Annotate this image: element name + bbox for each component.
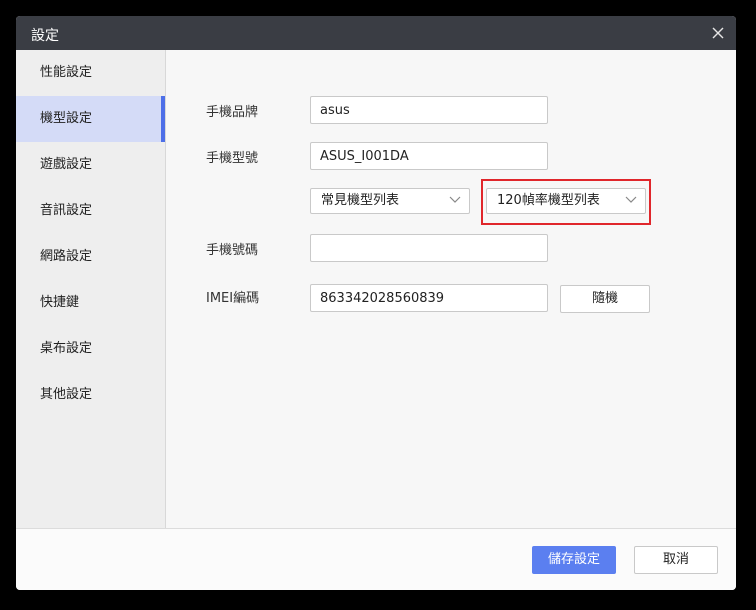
- brand-label: 手機品牌: [206, 105, 259, 120]
- imei-input[interactable]: [310, 284, 548, 312]
- sidebar-item-label: 音訊設定: [40, 203, 93, 218]
- model-input[interactable]: [310, 142, 548, 170]
- common-models-dropdown[interactable]: 常見機型列表: [310, 188, 470, 214]
- sidebar-item-label: 性能設定: [40, 65, 93, 80]
- random-imei-button[interactable]: 隨機: [560, 285, 650, 313]
- close-icon: [712, 27, 724, 39]
- sidebar-item-label: 遊戲設定: [40, 157, 93, 172]
- settings-content: 手機品牌 手機型號 常見機型列表 120幀率機型列表 手機號碼 IMEI編碼 隨…: [166, 50, 736, 528]
- sidebar-item-label: 快捷鍵: [40, 295, 80, 310]
- window-title: 設定: [31, 28, 59, 44]
- sidebar-item-label: 桌布設定: [40, 341, 93, 356]
- sidebar-item-shortcuts[interactable]: 快捷鍵: [16, 280, 165, 326]
- footer: 儲存設定 取消: [16, 528, 736, 590]
- highlight-box: [481, 179, 651, 225]
- model-label: 手機型號: [206, 151, 259, 166]
- phone-number-label: 手機號碼: [206, 243, 259, 258]
- sidebar-item-label: 機型設定: [40, 111, 93, 126]
- brand-input[interactable]: [310, 96, 548, 124]
- save-button[interactable]: 儲存設定: [532, 546, 616, 574]
- sidebar-item-label: 其他設定: [40, 387, 93, 402]
- title-bar: 設定: [16, 16, 736, 50]
- settings-dialog: 設定 性能設定 機型設定 遊戲設定 音訊設定 網路設定 快捷鍵 桌布設定 其他設…: [16, 16, 736, 590]
- sidebar-item-wallpaper[interactable]: 桌布設定: [16, 326, 165, 372]
- imei-label: IMEI編碼: [206, 291, 260, 306]
- sidebar-item-performance[interactable]: 性能設定: [16, 50, 165, 96]
- sidebar-item-game[interactable]: 遊戲設定: [16, 142, 165, 188]
- sidebar-item-other[interactable]: 其他設定: [16, 372, 165, 418]
- sidebar-item-label: 網路設定: [40, 249, 93, 264]
- close-button[interactable]: [706, 21, 730, 45]
- cancel-button[interactable]: 取消: [634, 546, 718, 574]
- sidebar-item-audio[interactable]: 音訊設定: [16, 188, 165, 234]
- sidebar-item-network[interactable]: 網路設定: [16, 234, 165, 280]
- sidebar: 性能設定 機型設定 遊戲設定 音訊設定 網路設定 快捷鍵 桌布設定 其他設定: [16, 50, 166, 528]
- sidebar-item-device-model[interactable]: 機型設定: [16, 96, 165, 142]
- chevron-down-icon: [449, 196, 461, 203]
- phone-number-input[interactable]: [310, 234, 548, 262]
- common-models-select-value: 常見機型列表: [321, 193, 400, 208]
